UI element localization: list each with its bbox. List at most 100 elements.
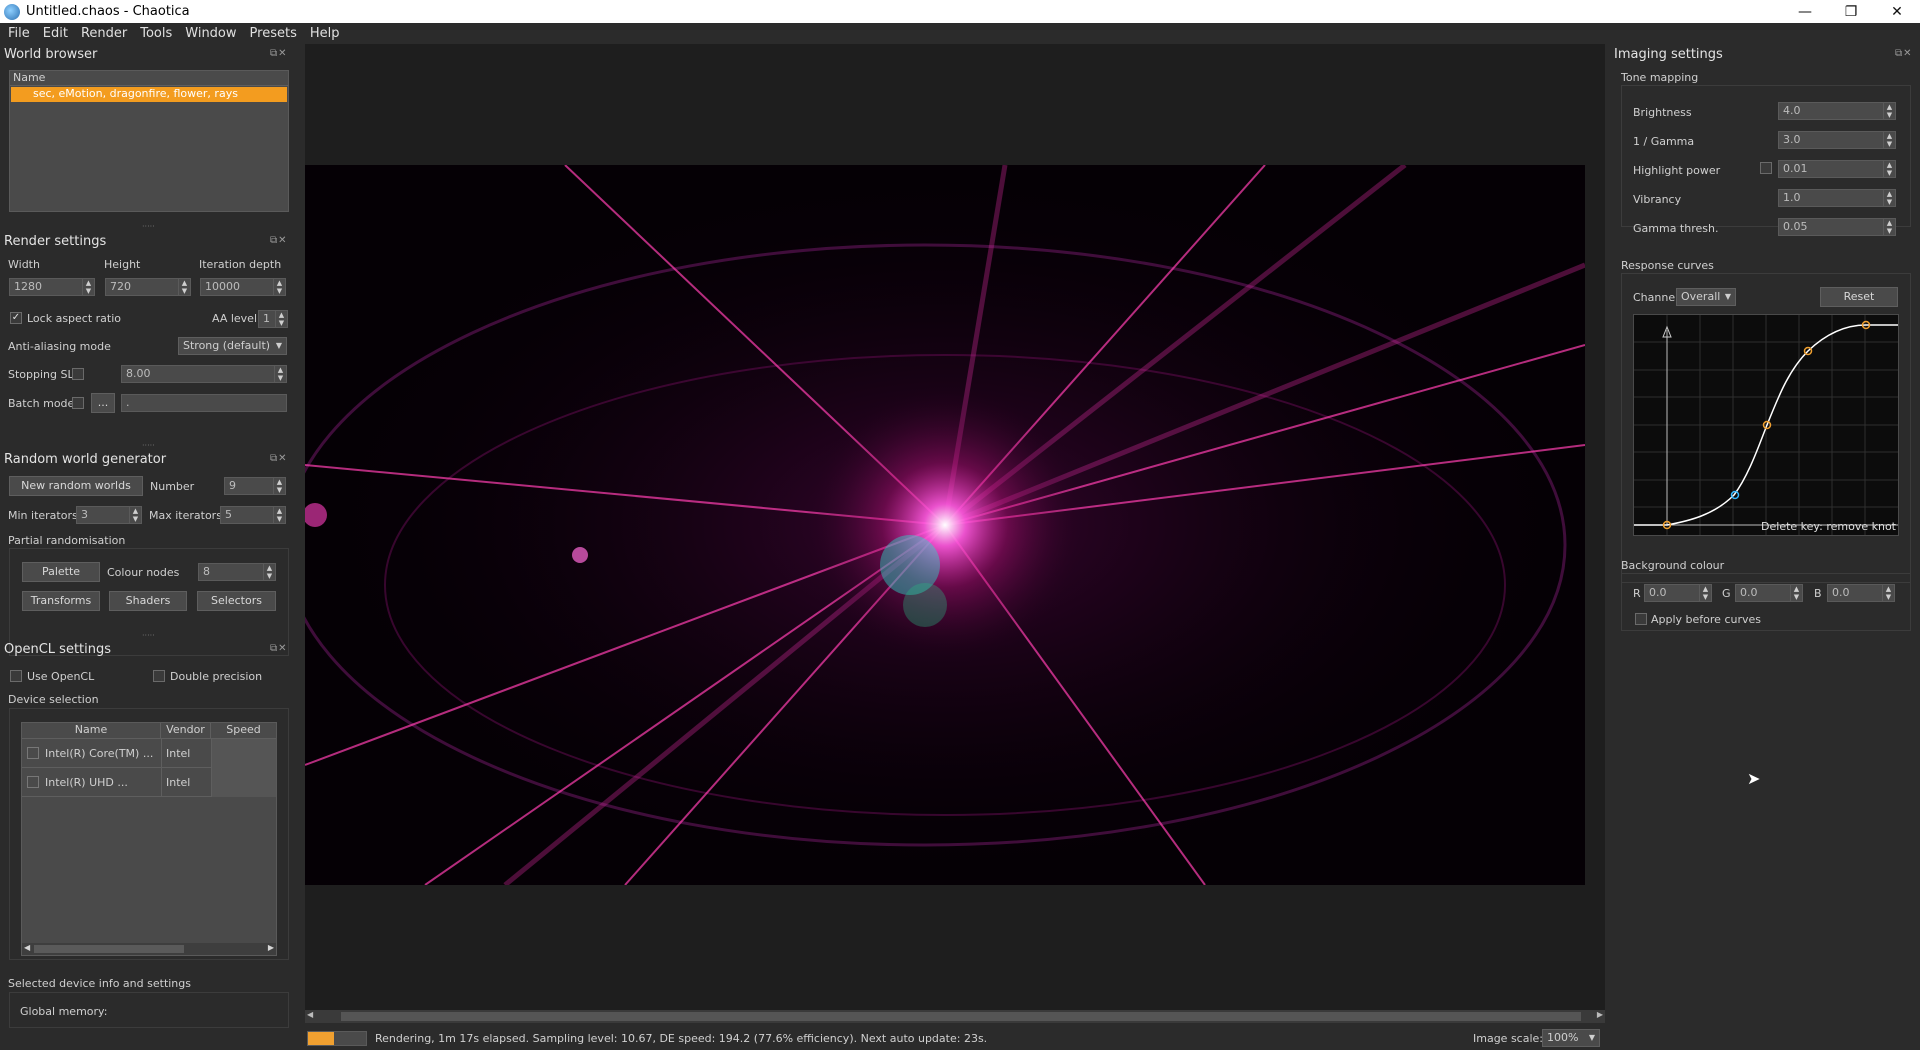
splitter-handle[interactable]: ····· — [142, 222, 155, 231]
menu-edit[interactable]: Edit — [43, 26, 68, 41]
shaders-button[interactable]: Shaders — [109, 591, 187, 611]
apply-before-curves-checkbox[interactable] — [1635, 613, 1647, 625]
highlight-power-spinbox[interactable]: 0.01 ▲ ▼ — [1778, 160, 1896, 178]
bg-g-spinbox[interactable]: 0.0 ▲ ▼ — [1735, 584, 1803, 602]
device-column-speed[interactable]: Speed — [211, 723, 276, 738]
device-name: Intel(R) Core(TM) ... — [45, 746, 154, 760]
max-iterators-label: Max iterators — [149, 509, 222, 522]
device-table[interactable]: Name Vendor Speed Intel(R) Core(TM) ... … — [21, 722, 277, 956]
table-row[interactable]: Intel(R) UHD ... Intel — [22, 767, 276, 797]
reset-curves-button[interactable]: Reset — [1820, 287, 1898, 307]
use-opencl-label: Use OpenCL — [27, 670, 95, 683]
image-scale-select[interactable]: 100% ▼ — [1542, 1029, 1600, 1047]
menu-tools[interactable]: Tools — [140, 26, 172, 41]
opencl-title: OpenCL settings — [4, 642, 112, 657]
height-spinbox[interactable]: 720 ▲ ▼ — [105, 278, 191, 296]
min-iterators-spinbox[interactable]: 3 ▲ ▼ — [76, 506, 142, 524]
fractal-image — [305, 165, 1585, 885]
scroll-thumb[interactable] — [341, 1012, 1581, 1021]
response-curves-label: Response curves — [1621, 259, 1714, 272]
selectors-button[interactable]: Selectors — [197, 591, 276, 611]
device-checkbox[interactable] — [27, 776, 39, 788]
aa-level-spinbox[interactable]: 1 ▲ ▼ — [258, 310, 288, 328]
height-label: Height — [104, 258, 141, 271]
device-column-name[interactable]: Name — [22, 723, 161, 738]
batch-mode-checkbox[interactable] — [72, 397, 84, 409]
spin-arrows-icon: ▲ ▼ — [273, 507, 285, 523]
status-bar: Rendering, 1m 17s elapsed. Sampling leve… — [305, 1027, 1607, 1050]
highlight-power-checkbox[interactable] — [1760, 162, 1772, 174]
spin-arrows-icon: ▲ ▼ — [129, 507, 141, 523]
max-iterators-spinbox[interactable]: 5 ▲ ▼ — [220, 506, 286, 524]
menu-bar: File Edit Render Tools Window Presets He… — [0, 23, 1920, 44]
number-spinbox[interactable]: 9 ▲ ▼ — [224, 477, 286, 495]
stopping-sl-spinbox[interactable]: 8.00 ▲ ▼ — [121, 365, 287, 383]
aa-mode-select[interactable]: Strong (default) ▼ — [178, 337, 287, 355]
width-spinbox[interactable]: 1280 ▲ ▼ — [9, 278, 95, 296]
palette-button[interactable]: Palette — [22, 562, 100, 582]
chaotica-app-icon — [4, 3, 20, 20]
lock-aspect-label: Lock aspect ratio — [27, 312, 122, 325]
highlight-power-label: Highlight power — [1633, 164, 1721, 177]
scroll-left-icon[interactable]: ◀ — [307, 1010, 313, 1019]
device-table-hscroll[interactable]: ◀ ▶ — [22, 943, 276, 955]
maximize-button[interactable]: ❐ — [1828, 0, 1874, 23]
device-checkbox[interactable] — [27, 747, 39, 759]
number-label: Number — [150, 480, 195, 493]
chevron-down-icon: ▼ — [275, 341, 282, 350]
splitter-handle[interactable]: ····· — [142, 631, 155, 640]
aa-level-label: AA level — [212, 312, 258, 325]
vibrancy-spinbox[interactable]: 1.0 ▲ ▼ — [1778, 189, 1896, 207]
curve-editor[interactable]: Delete key: remove knot — [1633, 314, 1899, 536]
menu-file[interactable]: File — [8, 26, 30, 41]
menu-render[interactable]: Render — [81, 26, 127, 41]
spin-arrows-icon: ▲ ▼ — [263, 564, 275, 580]
curve-plot[interactable] — [1634, 315, 1898, 535]
viewport-hscroll[interactable]: ◀ ▶ — [305, 1010, 1605, 1023]
scroll-right-icon[interactable]: ▶ — [1597, 1010, 1603, 1019]
use-opencl-checkbox[interactable] — [10, 670, 22, 682]
render-progress-bar — [307, 1031, 367, 1046]
batch-browse-button[interactable]: ... — [91, 393, 115, 413]
title-bar: Untitled.chaos - Chaotica — ❐ ✕ — [0, 0, 1920, 23]
transforms-button[interactable]: Transforms — [22, 591, 100, 611]
opencl-float-icon[interactable]: ⧉✕ — [270, 643, 288, 654]
gamma-spinbox[interactable]: 3.0 ▲ ▼ — [1778, 131, 1896, 149]
double-precision-checkbox[interactable] — [153, 670, 165, 682]
splitter-handle[interactable]: ····· — [142, 441, 155, 450]
stopping-sl-checkbox[interactable] — [72, 368, 84, 380]
device-column-vendor[interactable]: Vendor — [161, 723, 211, 738]
batch-path-input[interactable]: . — [121, 394, 287, 412]
iteration-depth-label: Iteration depth — [199, 258, 282, 271]
background-colour-label: Background colour — [1621, 559, 1725, 572]
close-button[interactable]: ✕ — [1874, 0, 1920, 23]
spin-arrows-icon: ▲ ▼ — [1699, 585, 1711, 601]
world-list-header[interactable]: Name — [10, 71, 288, 86]
channel-select[interactable]: Overall ▼ — [1676, 288, 1736, 306]
menu-presets[interactable]: Presets — [250, 26, 297, 41]
new-random-worlds-button[interactable]: New random worlds — [9, 476, 143, 496]
brightness-label: Brightness — [1633, 106, 1692, 119]
bg-r-spinbox[interactable]: 0.0 ▲ ▼ — [1644, 584, 1712, 602]
render-settings-float-icon[interactable]: ⧉✕ — [270, 235, 288, 246]
menu-window[interactable]: Window — [185, 26, 236, 41]
colour-nodes-spinbox[interactable]: 8 ▲ ▼ — [198, 563, 276, 581]
world-list-item[interactable]: sec, eMotion, dragonfire, flower, rays — [11, 87, 287, 102]
world-browser-float-icon[interactable]: ⧉✕ — [270, 48, 288, 59]
spin-arrows-icon: ▲ ▼ — [275, 311, 287, 327]
spin-arrows-icon: ▲ ▼ — [274, 366, 286, 382]
table-row[interactable]: Intel(R) Core(TM) ... Intel — [22, 738, 276, 768]
imaging-float-icon[interactable]: ⧉✕ — [1895, 48, 1913, 59]
min-iterators-label: Min iterators — [8, 509, 78, 522]
scroll-thumb[interactable] — [34, 945, 184, 953]
menu-help[interactable]: Help — [310, 26, 340, 41]
brightness-spinbox[interactable]: 4.0 ▲ ▼ — [1778, 102, 1896, 120]
iteration-depth-spinbox[interactable]: 10000 ▲ ▼ — [200, 278, 286, 296]
world-list[interactable]: Name sec, eMotion, dragonfire, flower, r… — [9, 70, 289, 212]
device-speed — [211, 738, 276, 768]
bg-b-spinbox[interactable]: 0.0 ▲ ▼ — [1827, 584, 1895, 602]
minimize-button[interactable]: — — [1782, 0, 1828, 23]
gamma-thresh-spinbox[interactable]: 0.05 ▲ ▼ — [1778, 218, 1896, 236]
random-gen-float-icon[interactable]: ⧉✕ — [270, 453, 288, 464]
lock-aspect-checkbox[interactable]: ✓ — [10, 312, 22, 324]
